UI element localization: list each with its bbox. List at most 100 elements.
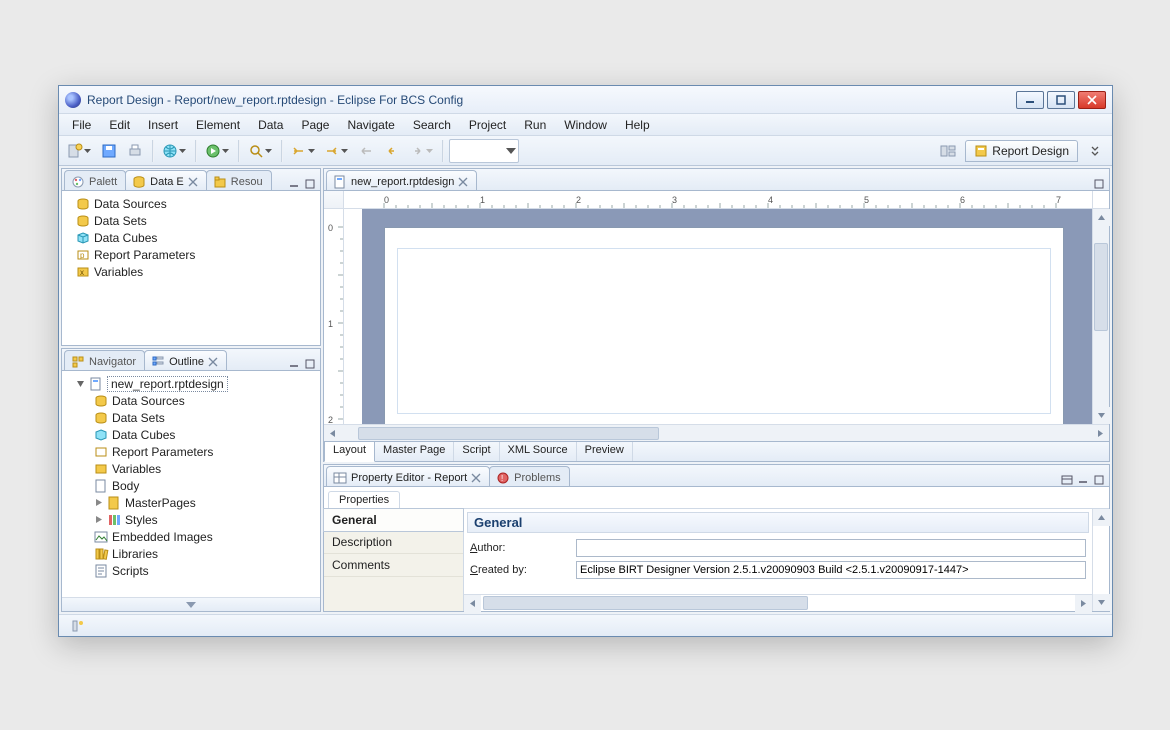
menu-insert[interactable]: Insert	[140, 116, 186, 134]
list-item[interactable]: Data Sources	[72, 195, 318, 212]
tree-item[interactable]: Embedded Images	[72, 528, 318, 545]
horizontal-ruler[interactable]: 0 1 2 3 4 5 6 7	[344, 191, 1092, 209]
save-button[interactable]	[97, 139, 121, 163]
tree-item[interactable]: Body	[72, 477, 318, 494]
datasource-icon	[76, 197, 90, 211]
perspective-overflow-button[interactable]	[1083, 139, 1107, 163]
outline-icon	[151, 355, 165, 369]
parameter-icon: p	[76, 248, 90, 262]
tree-item[interactable]: Data Sources	[72, 392, 318, 409]
perspective-report-design[interactable]: Report Design	[965, 140, 1078, 162]
menu-window[interactable]: Window	[556, 116, 615, 134]
tab-navigator[interactable]: Navigator	[64, 350, 145, 370]
expand-icon[interactable]	[94, 515, 103, 524]
tree-item[interactable]: MasterPages	[72, 494, 318, 511]
view-maximize-icon[interactable]	[303, 177, 316, 190]
horizontal-scrollbar[interactable]	[324, 424, 1109, 441]
etab-preview[interactable]: Preview	[577, 442, 633, 461]
property-hscrollbar[interactable]	[464, 594, 1092, 611]
status-indicator[interactable]	[66, 617, 90, 635]
close-button[interactable]	[1078, 91, 1106, 109]
nav-back-group-button[interactable]	[288, 139, 319, 163]
vertical-scrollbar[interactable]	[1092, 209, 1109, 424]
prop-cat-general[interactable]: General	[323, 508, 464, 532]
collapse-icon[interactable]	[76, 379, 85, 388]
list-item[interactable]: Data Cubes	[72, 229, 318, 246]
data-explorer-tree[interactable]: Data Sources Data Sets Data Cubes pRepor…	[62, 191, 320, 345]
view-expand-handle[interactable]	[62, 597, 320, 611]
home-back-button[interactable]	[354, 139, 378, 163]
back-button[interactable]	[380, 139, 404, 163]
vertical-ruler[interactable]: 0 1 2	[324, 209, 344, 424]
editor-tab[interactable]: new_report.rptdesign	[326, 170, 477, 190]
tree-item[interactable]: Data Cubes	[72, 426, 318, 443]
new-button[interactable]	[64, 139, 95, 163]
view-menu-icon[interactable]	[1060, 473, 1073, 486]
tree-item[interactable]: Data Sets	[72, 409, 318, 426]
list-item[interactable]: xVariables	[72, 263, 318, 280]
created-by-input[interactable]	[576, 561, 1086, 579]
zoom-combo[interactable]	[449, 139, 519, 163]
tab-property-editor[interactable]: Property Editor - Report	[326, 466, 490, 486]
tree-item[interactable]: Variables	[72, 460, 318, 477]
outline-tree[interactable]: new_report.rptdesign Data Sources Data S…	[62, 371, 320, 597]
close-tab-icon[interactable]	[458, 177, 468, 187]
etab-masterpage[interactable]: Master Page	[375, 442, 454, 461]
view-minimize-icon[interactable]	[287, 357, 300, 370]
prop-cat-comments[interactable]: Comments	[324, 554, 463, 577]
menu-page[interactable]: Page	[293, 116, 337, 134]
navigator-icon	[71, 355, 85, 369]
open-perspective-button[interactable]	[936, 139, 960, 163]
nav-fwd-group-button[interactable]	[321, 139, 352, 163]
menu-search[interactable]: Search	[405, 116, 459, 134]
design-canvas[interactable]	[344, 209, 1092, 424]
view-minimize-icon[interactable]	[287, 177, 300, 190]
etab-script[interactable]: Script	[454, 442, 499, 461]
close-tab-icon[interactable]	[471, 473, 481, 483]
list-item[interactable]: Data Sets	[72, 212, 318, 229]
menu-file[interactable]: File	[64, 116, 99, 134]
globe-button[interactable]	[159, 139, 190, 163]
expand-icon[interactable]	[94, 498, 103, 507]
menu-run[interactable]: Run	[516, 116, 554, 134]
scroll-thumb[interactable]	[1094, 243, 1108, 331]
print-button[interactable]	[123, 139, 147, 163]
menu-help[interactable]: Help	[617, 116, 658, 134]
run-button[interactable]	[202, 139, 233, 163]
menu-edit[interactable]: Edit	[101, 116, 138, 134]
search-button[interactable]	[245, 139, 276, 163]
etab-xml[interactable]: XML Source	[500, 442, 577, 461]
tab-outline[interactable]: Outline	[144, 350, 227, 370]
etab-layout[interactable]: Layout	[324, 442, 375, 462]
minimize-button[interactable]	[1016, 91, 1044, 109]
menu-element[interactable]: Element	[188, 116, 248, 134]
report-page[interactable]	[384, 227, 1064, 424]
tree-item[interactable]: Report Parameters	[72, 443, 318, 460]
close-tab-icon[interactable]	[188, 177, 198, 187]
menu-data[interactable]: Data	[250, 116, 291, 134]
tab-problems[interactable]: ! Problems	[489, 466, 569, 486]
tab-data-explorer[interactable]: Data E	[125, 170, 207, 190]
scroll-thumb[interactable]	[358, 427, 659, 440]
tree-item[interactable]: Libraries	[72, 545, 318, 562]
menu-navigate[interactable]: Navigate	[339, 116, 402, 134]
tab-palette[interactable]: Palett	[64, 170, 126, 190]
view-maximize-icon[interactable]	[303, 357, 316, 370]
property-vscrollbar[interactable]	[1092, 509, 1109, 611]
maximize-button[interactable]	[1047, 91, 1075, 109]
view-maximize-icon[interactable]	[1092, 177, 1105, 190]
tree-item[interactable]: Scripts	[72, 562, 318, 579]
list-item[interactable]: pReport Parameters	[72, 246, 318, 263]
close-tab-icon[interactable]	[208, 357, 218, 367]
prop-cat-description[interactable]: Description	[324, 531, 463, 554]
forward-button[interactable]	[406, 139, 437, 163]
subtab-properties[interactable]: Properties	[328, 491, 400, 508]
tab-resources[interactable]: Resou	[206, 170, 272, 190]
view-maximize-icon[interactable]	[1092, 473, 1105, 486]
menu-project[interactable]: Project	[461, 116, 514, 134]
tree-root[interactable]: new_report.rptdesign	[72, 375, 318, 392]
author-input[interactable]	[576, 539, 1086, 557]
property-category-list: General Description Comments	[324, 509, 464, 611]
tree-item[interactable]: Styles	[72, 511, 318, 528]
view-minimize-icon[interactable]	[1076, 473, 1089, 486]
